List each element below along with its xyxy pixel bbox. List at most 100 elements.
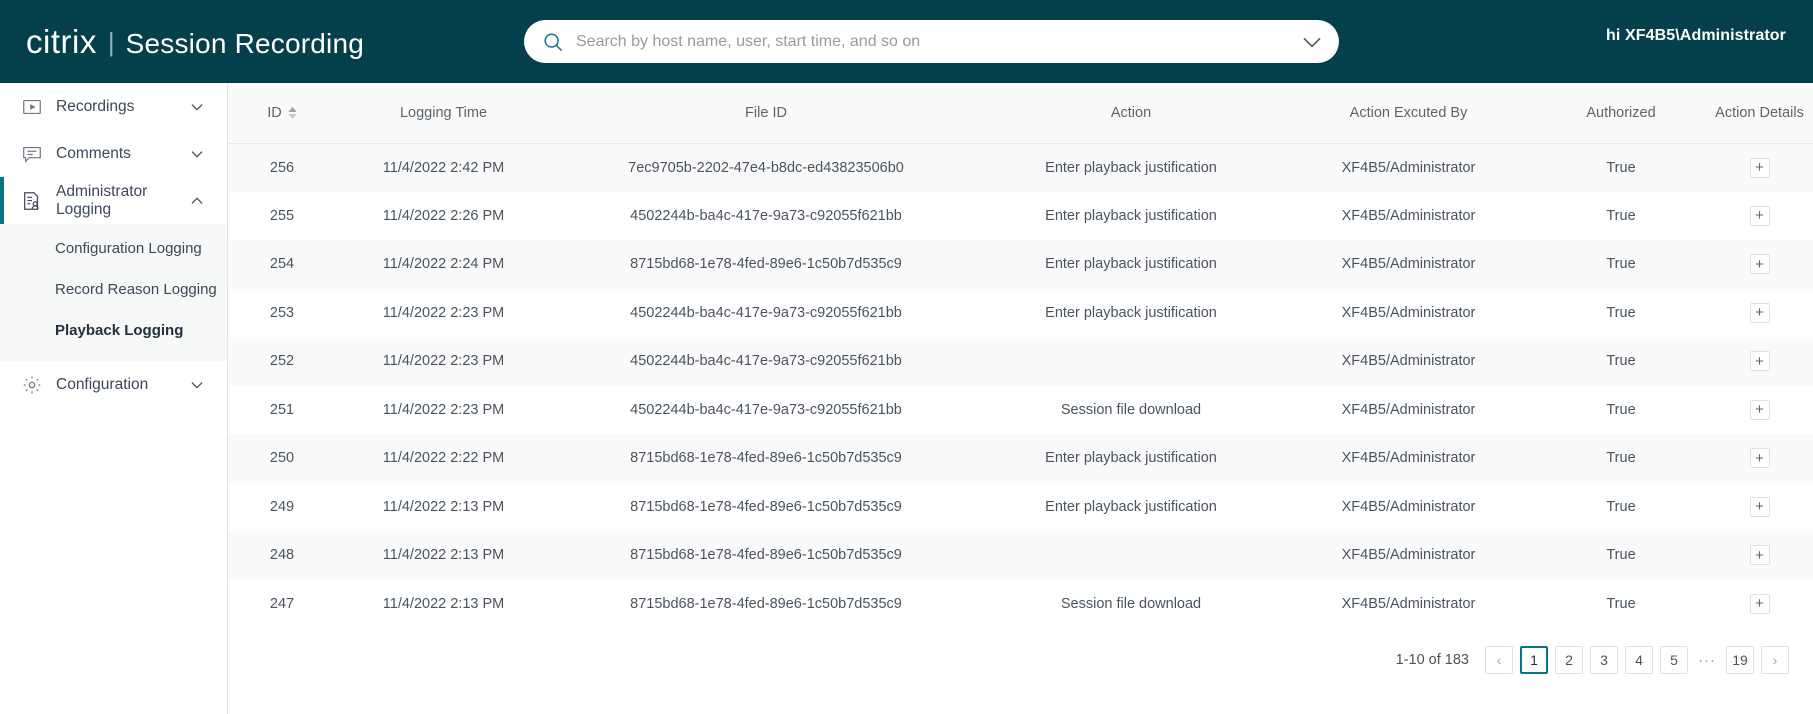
citrix-logo: citrix: [26, 23, 97, 61]
expand-details-button[interactable]: +: [1750, 158, 1770, 178]
expand-details-button[interactable]: +: [1750, 351, 1770, 371]
expand-details-button[interactable]: +: [1750, 303, 1770, 323]
row-file-id: 4502244b-ba4c-417e-9a73-c92055f621bb: [551, 386, 981, 435]
row-action: Enter playback justification: [981, 143, 1281, 192]
row-authorized: True: [1536, 531, 1706, 580]
sidebar-item-configuration-logging[interactable]: Configuration Logging: [0, 228, 227, 269]
column-label: Authorized: [1586, 105, 1655, 121]
sidebar-item-comments[interactable]: Comments: [0, 130, 227, 177]
sidebar: Recordings Comments: [0, 83, 228, 714]
row-logging-time: 11/4/2022 2:24 PM: [336, 240, 551, 289]
column-label: Action Details: [1715, 105, 1804, 121]
sidebar-item-label: Recordings: [56, 98, 189, 116]
column-header-logging-time[interactable]: Logging Time: [336, 83, 551, 143]
row-authorized: True: [1536, 289, 1706, 338]
pagination-last-page-button[interactable]: 19: [1726, 646, 1754, 674]
search-bar[interactable]: [524, 20, 1339, 63]
pagination-page-button[interactable]: 1: [1520, 646, 1548, 674]
row-authorized: True: [1536, 143, 1706, 192]
sidebar-item-administrator-logging[interactable]: Administrator Logging: [0, 177, 227, 224]
column-header-authorized[interactable]: Authorized: [1536, 83, 1706, 143]
row-action-details: +: [1706, 337, 1813, 386]
column-label: File ID: [745, 105, 787, 121]
sidebar-item-recordings[interactable]: Recordings: [0, 83, 227, 130]
sort-icon[interactable]: [288, 107, 297, 119]
brand-separator: |: [108, 27, 115, 58]
table-row[interactable]: 25111/4/2022 2:23 PM4502244b-ba4c-417e-9…: [228, 386, 1813, 435]
expand-details-button[interactable]: +: [1750, 206, 1770, 226]
admin-log-icon: [20, 189, 43, 212]
pagination-next-button[interactable]: ›: [1761, 646, 1789, 674]
row-id: 251: [228, 386, 336, 435]
user-greeting[interactable]: hi XF4B5\Administrator: [1606, 27, 1786, 45]
pagination-page-button[interactable]: 3: [1590, 646, 1618, 674]
main-content: ID Logging Time File ID Action: [228, 83, 1813, 714]
row-file-id: 8715bd68-1e78-4fed-89e6-1c50b7d535c9: [551, 483, 981, 532]
pagination-prev-button[interactable]: ‹: [1485, 646, 1513, 674]
row-file-id: 8715bd68-1e78-4fed-89e6-1c50b7d535c9: [551, 531, 981, 580]
row-action-details: +: [1706, 483, 1813, 532]
table-row[interactable]: 25311/4/2022 2:23 PM4502244b-ba4c-417e-9…: [228, 289, 1813, 338]
table-row[interactable]: 25511/4/2022 2:26 PM4502244b-ba4c-417e-9…: [228, 192, 1813, 241]
pagination-page-button[interactable]: 2: [1555, 646, 1583, 674]
sidebar-item-playback-logging[interactable]: Playback Logging: [0, 310, 227, 351]
column-header-action-details[interactable]: Action Details: [1706, 83, 1813, 143]
app-header: citrix | Session Recording hi XF4B5\Admi…: [0, 0, 1813, 83]
sidebar-item-label: Administrator Logging: [56, 183, 189, 219]
sidebar-item-label: Comments: [56, 145, 189, 163]
pagination-page-button[interactable]: 5: [1660, 646, 1688, 674]
chevron-down-icon[interactable]: [189, 146, 205, 162]
sidebar-subnav: Configuration Logging Record Reason Logg…: [0, 224, 227, 361]
expand-details-button[interactable]: +: [1750, 497, 1770, 517]
expand-details-button[interactable]: +: [1750, 254, 1770, 274]
column-header-action[interactable]: Action: [981, 83, 1281, 143]
row-action-details: +: [1706, 531, 1813, 580]
pagination-summary: 1-10 of 183: [1396, 652, 1469, 668]
row-action-details: +: [1706, 580, 1813, 629]
column-header-id[interactable]: ID: [228, 83, 336, 143]
row-action: Enter playback justification: [981, 483, 1281, 532]
column-label: Action: [1111, 105, 1151, 121]
search-icon: [542, 31, 564, 53]
sidebar-item-configuration[interactable]: Configuration: [0, 361, 227, 408]
column-header-file-id[interactable]: File ID: [551, 83, 981, 143]
row-action-details: +: [1706, 143, 1813, 192]
app-title: Session Recording: [126, 28, 364, 60]
table-row[interactable]: 24711/4/2022 2:13 PM8715bd68-1e78-4fed-8…: [228, 580, 1813, 629]
table-row[interactable]: 25211/4/2022 2:23 PM4502244b-ba4c-417e-9…: [228, 337, 1813, 386]
chevron-down-icon[interactable]: [189, 99, 205, 115]
search-input[interactable]: [576, 33, 1299, 51]
column-label: Action Excuted By: [1350, 105, 1468, 121]
row-logging-time: 11/4/2022 2:23 PM: [336, 289, 551, 338]
chevron-down-icon[interactable]: [1299, 29, 1325, 55]
expand-details-button[interactable]: +: [1750, 400, 1770, 420]
row-action-details: +: [1706, 386, 1813, 435]
sidebar-item-record-reason-logging[interactable]: Record Reason Logging: [0, 269, 227, 310]
row-action-details: +: [1706, 434, 1813, 483]
table-row[interactable]: 25611/4/2022 2:42 PM7ec9705b-2202-47e4-b…: [228, 143, 1813, 192]
row-id: 256: [228, 143, 336, 192]
row-action: [981, 531, 1281, 580]
table-row[interactable]: 24911/4/2022 2:13 PM8715bd68-1e78-4fed-8…: [228, 483, 1813, 532]
expand-details-button[interactable]: +: [1750, 448, 1770, 468]
column-header-action-executed-by[interactable]: Action Excuted By: [1281, 83, 1536, 143]
row-action-details: +: [1706, 192, 1813, 241]
brand: citrix | Session Recording: [26, 23, 496, 61]
row-authorized: True: [1536, 386, 1706, 435]
row-file-id: 8715bd68-1e78-4fed-89e6-1c50b7d535c9: [551, 434, 981, 483]
table-row[interactable]: 24811/4/2022 2:13 PM8715bd68-1e78-4fed-8…: [228, 531, 1813, 580]
row-action: [981, 337, 1281, 386]
row-file-id: 4502244b-ba4c-417e-9a73-c92055f621bb: [551, 289, 981, 338]
row-authorized: True: [1536, 434, 1706, 483]
table-row[interactable]: 25411/4/2022 2:24 PM8715bd68-1e78-4fed-8…: [228, 240, 1813, 289]
row-logging-time: 11/4/2022 2:13 PM: [336, 531, 551, 580]
expand-details-button[interactable]: +: [1750, 545, 1770, 565]
row-executed-by: XF4B5/Administrator: [1281, 386, 1536, 435]
row-logging-time: 11/4/2022 2:22 PM: [336, 434, 551, 483]
pagination-page-button[interactable]: 4: [1625, 646, 1653, 674]
expand-details-button[interactable]: +: [1750, 594, 1770, 614]
row-logging-time: 11/4/2022 2:13 PM: [336, 483, 551, 532]
chevron-up-icon[interactable]: [189, 193, 205, 209]
table-row[interactable]: 25011/4/2022 2:22 PM8715bd68-1e78-4fed-8…: [228, 434, 1813, 483]
chevron-down-icon[interactable]: [189, 377, 205, 393]
